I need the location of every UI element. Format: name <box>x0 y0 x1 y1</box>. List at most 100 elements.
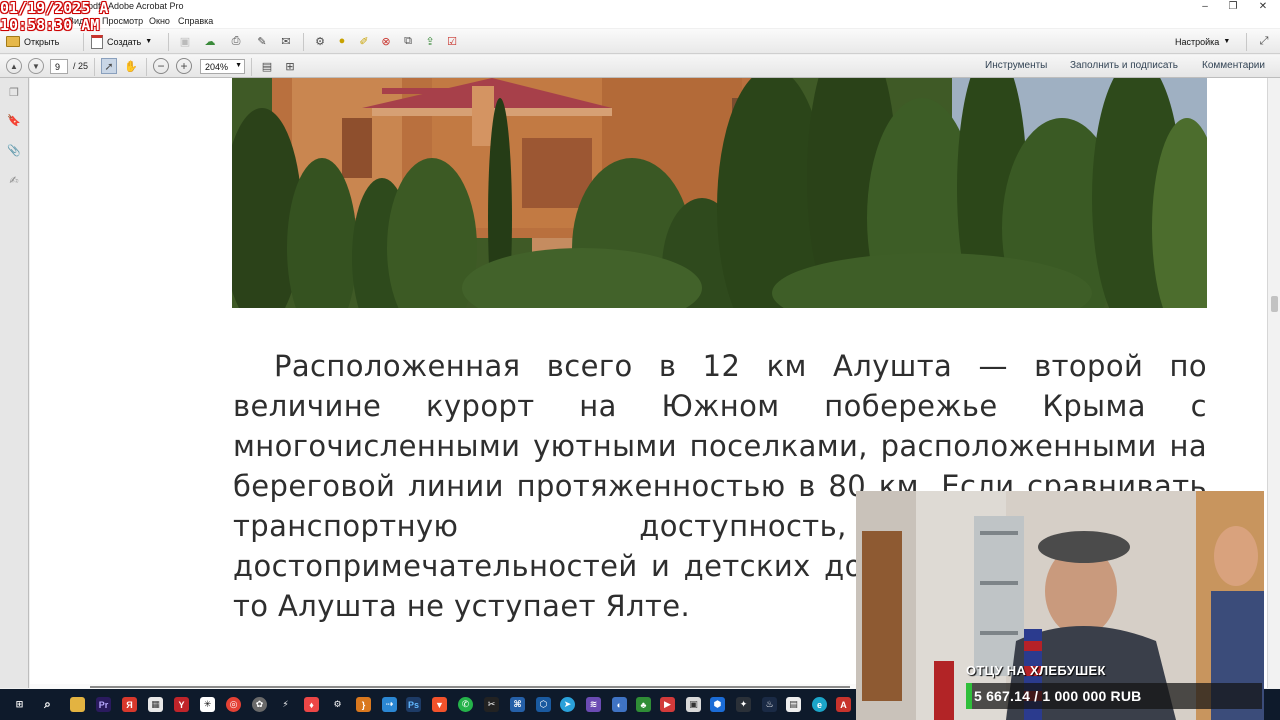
fit-page-icon[interactable]: ▤ <box>259 58 275 74</box>
print-icon[interactable]: ⎙ <box>228 33 244 49</box>
comments-link[interactable]: Комментарии <box>1202 60 1265 71</box>
save-icon[interactable]: ▣ <box>177 33 193 49</box>
customize-label: Настройка <box>1175 36 1220 47</box>
photoshop-icon[interactable]: Ps <box>406 697 421 712</box>
yandex-icon[interactable]: Я <box>122 697 137 712</box>
chevron-down-icon: ▼ <box>1223 38 1231 45</box>
zoom-in-icon[interactable]: + <box>176 58 192 74</box>
brackets-icon[interactable]: } <box>356 697 371 712</box>
horizontal-scroll-thumb[interactable] <box>90 686 850 688</box>
app-icon[interactable]: ▣ <box>686 697 701 712</box>
highlight-icon[interactable]: ✐ <box>356 33 372 49</box>
page-number-value: 9 <box>55 61 61 72</box>
network-icon[interactable]: ⌘ <box>510 697 525 712</box>
search-icon[interactable]: ⌕ <box>40 697 55 712</box>
app-icon[interactable]: ✦ <box>736 697 751 712</box>
page-total: / 25 <box>73 61 89 71</box>
app-icon[interactable]: ▶ <box>660 697 675 712</box>
app-icon[interactable]: ⬡ <box>536 697 551 712</box>
timestamp-time: 10:58:30 AM <box>0 16 100 34</box>
chevron-down-icon: ▼ <box>145 38 153 45</box>
navigation-pane: ❐ 🔖 📎 ✍ <box>0 78 29 688</box>
whatsapp-icon[interactable]: ✆ <box>458 697 473 712</box>
brave-icon[interactable]: ▼ <box>432 697 447 712</box>
timestamp-date: 01/19/2025 A <box>0 0 109 17</box>
file-explorer-icon[interactable] <box>70 697 85 712</box>
vertical-scrollbar[interactable] <box>1267 78 1280 688</box>
toolbar-divider <box>146 58 147 76</box>
title-bar: pdf - Adobe Acrobat Pro – ❐ ✕ <box>0 0 1280 14</box>
comment-icon[interactable]: ● <box>334 33 350 49</box>
donation-amount: 5 667.14 / 1 000 000 RUB <box>974 688 1142 704</box>
toolbar-divider <box>251 58 252 76</box>
toolbar-divider <box>1246 33 1247 51</box>
app-icon[interactable]: ♣ <box>636 697 651 712</box>
restore-button[interactable]: ❐ <box>1220 0 1246 14</box>
calculator-icon[interactable]: ▦ <box>148 697 163 712</box>
zoom-out-icon[interactable]: − <box>153 58 169 74</box>
main-toolbar: Открыть Создать ▼ ▣ ☁ ⎙ ✎ ✉ ⚙ ● ✐ ⊗ ⧉ ⇪ … <box>0 29 1280 54</box>
app-icon[interactable]: ▤ <box>786 697 801 712</box>
redact-icon[interactable]: ⊗ <box>378 33 394 49</box>
start-icon[interactable]: ⊞ <box>12 697 27 712</box>
donation-progress-fill <box>966 683 972 709</box>
customize-button[interactable]: Настройка ▼ <box>1175 32 1230 51</box>
signatures-icon[interactable]: ✍ <box>6 172 22 188</box>
cloud-icon[interactable]: ☁ <box>202 33 218 49</box>
app-icon[interactable]: ⇢ <box>382 697 397 712</box>
capcut-icon[interactable]: ✂ <box>484 697 499 712</box>
form-icon[interactable]: ☑ <box>444 33 460 49</box>
bookmarks-icon[interactable]: 🔖 <box>6 112 22 128</box>
expand-icon[interactable]: ⤢ <box>1256 33 1272 49</box>
chevron-down-icon: ▼ <box>235 62 242 69</box>
scroll-thumb[interactable] <box>1271 296 1278 312</box>
menu-help[interactable]: Справка <box>178 16 213 26</box>
attachments-icon[interactable]: 📎 <box>6 142 22 158</box>
toolbar-divider <box>94 58 95 76</box>
menu-window[interactable]: Окно <box>149 16 170 26</box>
email-icon[interactable]: ✉ <box>278 33 294 49</box>
zoom-value: 204% <box>205 61 229 72</box>
acrobat-taskbar-icon[interactable]: A <box>836 697 851 712</box>
hand-tool-icon[interactable]: ✋ <box>123 58 139 74</box>
app-icon[interactable]: ◐ <box>612 697 627 712</box>
fill-sign-link[interactable]: Заполнить и подписать <box>1070 60 1178 71</box>
settings-icon[interactable]: ⚙ <box>330 697 345 712</box>
select-cursor-icon[interactable]: ➚ <box>101 58 117 74</box>
acrobat-window: pdf - Adobe Acrobat Pro – ❐ ✕ Вид Просмо… <box>0 0 1280 720</box>
steam-icon[interactable]: ♨ <box>762 697 777 712</box>
yandex-browser-icon[interactable]: Y <box>174 697 189 712</box>
app-icon[interactable]: ♦ <box>304 697 319 712</box>
donation-title: ОТЦУ НА ХЛЕБУШЕК <box>966 663 1106 678</box>
page-down-icon[interactable]: ▼ <box>28 58 44 74</box>
page-number-input[interactable]: 9 <box>50 59 68 74</box>
chrome-icon[interactable]: ◎ <box>226 697 241 712</box>
premiere-icon[interactable]: Pr <box>96 697 111 712</box>
donation-progress-bar: 5 667.14 / 1 000 000 RUB <box>966 683 1262 709</box>
navigation-toolbar: ▲ ▼ 9 / 25 ➚ ✋ − + 204% ▼ ▤ ⊞ Инструмент… <box>0 55 1280 78</box>
toolbar-divider <box>303 33 304 51</box>
page-thumbnails-icon[interactable]: ❐ <box>6 84 22 100</box>
browser-icon[interactable]: ✳ <box>200 697 215 712</box>
gear-icon[interactable]: ⚙ <box>312 33 328 49</box>
tools-link[interactable]: Инструменты <box>985 60 1047 71</box>
close-button[interactable]: ✕ <box>1250 0 1276 14</box>
toolbar-divider <box>168 33 169 51</box>
edge-icon[interactable]: e <box>812 697 827 712</box>
edit-icon[interactable]: ✎ <box>254 33 270 49</box>
donation-goal-widget: ОТЦУ НА ХЛЕБУШЕК 5 667.14 / 1 000 000 RU… <box>962 659 1262 715</box>
app-icon[interactable]: ≋ <box>586 697 601 712</box>
document-photo <box>232 78 1207 308</box>
menu-bar: Вид Просмотр Окно Справка <box>0 14 1280 28</box>
page-up-icon[interactable]: ▲ <box>6 58 22 74</box>
compare-icon[interactable]: ⧉ <box>400 33 416 49</box>
fit-width-icon[interactable]: ⊞ <box>282 58 298 74</box>
minimize-button[interactable]: – <box>1192 0 1218 14</box>
zoom-select[interactable]: 204% ▼ <box>200 59 245 74</box>
media-icon[interactable]: ✿ <box>252 697 267 712</box>
bolt-icon[interactable]: ⚡ <box>278 697 293 712</box>
telegram-icon[interactable]: ➤ <box>560 697 575 712</box>
export-icon[interactable]: ⇪ <box>422 33 438 49</box>
app-icon[interactable]: ⬢ <box>710 697 725 712</box>
timestamp-overlay: 01/19/2025 A 10:58:30 AM <box>0 0 120 40</box>
